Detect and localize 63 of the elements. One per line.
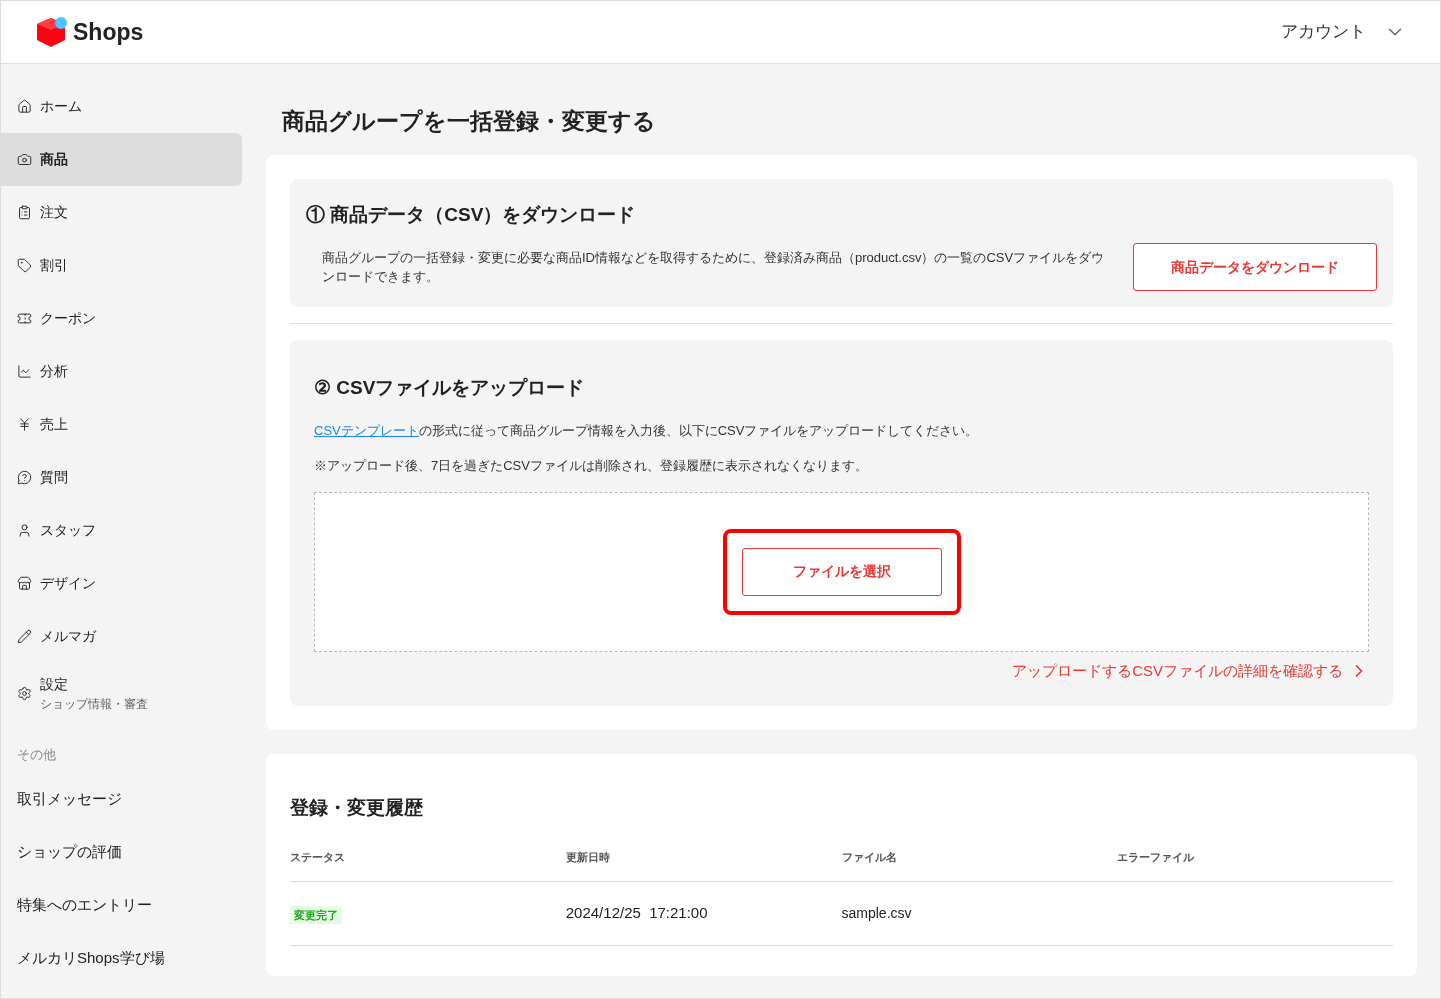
sidebar-item-label: クーポン [40, 309, 96, 328]
store-icon [17, 576, 32, 591]
sidebar-link[interactable]: 取引メッセージ [1, 772, 242, 826]
section-title: ② CSVファイルをアップロード [314, 376, 586, 400]
settings-icon [17, 685, 32, 701]
camera-icon [17, 152, 32, 167]
home-icon [17, 99, 32, 114]
pencil-icon [17, 629, 32, 644]
status-badge: 変更完了 [290, 905, 342, 924]
account-menu[interactable]: アカウント [1281, 19, 1406, 45]
sidebar-item[interactable]: デザイン [1, 557, 242, 610]
file-select-button[interactable]: ファイルを選択 [741, 547, 942, 596]
sidebar-item[interactable]: ホーム [1, 80, 242, 133]
sidebar-link[interactable]: メルカリShops学び場 [1, 931, 242, 985]
sidebar-link[interactable]: ショップの評価 [1, 825, 242, 879]
sidebar-item[interactable]: 売上 [1, 398, 242, 451]
details-link[interactable]: アップロードするCSVファイルの詳細を確認する [1012, 659, 1369, 682]
sidebar-item-label: 売上 [40, 415, 68, 434]
sidebar-link[interactable]: 特集へのエントリー [1, 878, 242, 932]
chart-icon [17, 364, 32, 379]
sidebar-item-label: 設定 [40, 674, 69, 694]
template-link[interactable]: CSVテンプレート [314, 422, 419, 438]
column-header: エラーファイル [1117, 849, 1196, 865]
column-header: 更新日時 [565, 849, 611, 865]
table-cell-text: 2024/12/25 17:21:00 [565, 903, 709, 924]
person-icon [17, 523, 32, 538]
page-title: 商品グループを一括登録・変更する [281, 107, 657, 136]
column-header: ステータス [290, 849, 346, 865]
description-text: 商品グループの一括登録・変更に必要な商品ID情報などを取得するために、登録済み商品（product.csv）の一覧のCSVファイルをダウンロードできます。 [322, 249, 1106, 286]
sidebar-item-label: 注文 [40, 203, 68, 222]
sidebar-item-label: 分析 [40, 362, 68, 381]
sidebar-item-sublabel: ショップ情報・審査 [40, 695, 148, 713]
ticket-icon [17, 311, 32, 326]
sidebar-item[interactable]: 商品 [1, 133, 242, 186]
sidebar-item-label: 質問 [40, 468, 68, 487]
sidebar-item-label: デザイン [40, 574, 96, 593]
section-heading: その他 [16, 746, 57, 764]
sidebar-item[interactable]: 質問 [1, 451, 242, 504]
column-header: ファイル名 [841, 849, 898, 865]
note-text: ※アップロード後、7日を過ぎたCSVファイルは削除され、登録履歴に表示されなくなります。 [314, 457, 869, 475]
yen-icon [17, 417, 32, 432]
question-bubble-icon [17, 470, 32, 485]
sidebar-item-label: 商品 [40, 150, 68, 169]
tag-icon [17, 258, 32, 273]
logo-icon [35, 16, 69, 48]
sidebar-item-label: 割引 [40, 256, 68, 275]
table-cell-text: sample.csv [841, 904, 913, 923]
download-button[interactable]: 商品データをダウンロード [1133, 243, 1377, 291]
sidebar-item-label: ホーム [40, 97, 82, 116]
sidebar-item[interactable]: クーポン [1, 292, 242, 345]
sidebar-item-label: スタッフ [40, 521, 96, 540]
section-title: ① 商品データ（CSV）をダウンロード [306, 202, 637, 227]
sidebar-item[interactable]: メルマガ [1, 610, 242, 663]
sidebar-item[interactable]: スタッフ [1, 504, 242, 557]
list-icon [17, 205, 32, 220]
sidebar-item[interactable]: 設定 ショップ情報・審査 [1, 663, 242, 723]
section-title: 登録・変更履歴 [290, 796, 424, 820]
sidebar-item[interactable]: 分析 [1, 345, 242, 398]
logo-text: Shops [73, 17, 144, 47]
sidebar-item[interactable]: 割引 [1, 239, 242, 292]
sidebar-item[interactable]: 注文 [1, 186, 242, 239]
instruction-text: CSVテンプレート の形式に従って商品グループ情報を入力後、以下にCSVファイルをアップロードしてください。 [314, 421, 980, 440]
sidebar-item-label: メルマガ [40, 627, 96, 646]
